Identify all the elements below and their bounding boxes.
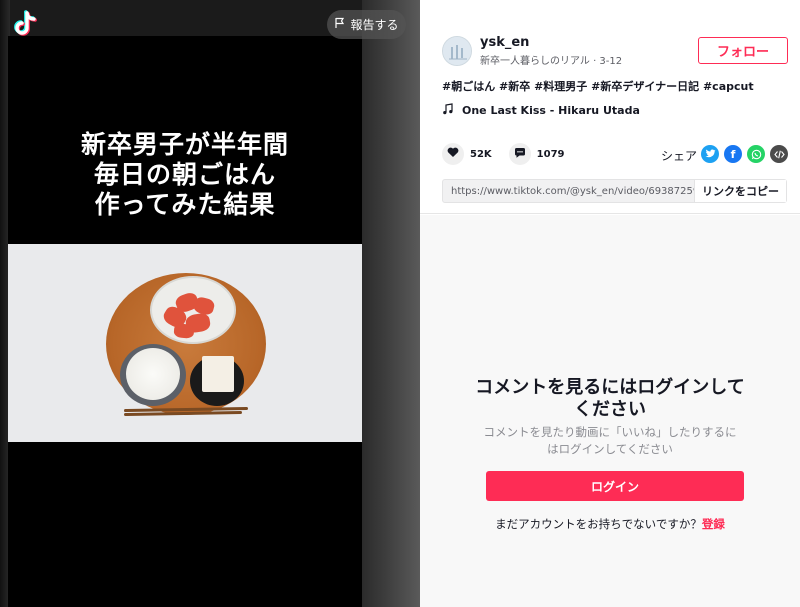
login-desc-line-1: コメントを見たり動画に「いいね」したりするに: [483, 425, 737, 439]
music-note-icon: [442, 103, 454, 118]
username[interactable]: ysk_en: [480, 35, 529, 50]
video-pane: 新卒男子が半年間 毎日の朝ごはん 作ってみた結果 報告する: [0, 0, 420, 607]
comments-section: コメントを見るにはログインして ください コメントを見たり動画に「いいね」したり…: [420, 215, 800, 607]
signup-prompt-text: まだアカウントをお持ちでないですか？: [495, 517, 702, 531]
video-blur-right: [362, 0, 420, 607]
signup-link[interactable]: 登録: [702, 517, 725, 531]
video-caption: 新卒男子が半年間 毎日の朝ごはん 作ってみた結果: [8, 130, 362, 220]
report-label: 報告する: [350, 18, 399, 32]
music-link[interactable]: One Last Kiss - Hikaru Utada: [442, 103, 640, 118]
comment-button[interactable]: [508, 143, 531, 165]
login-prompt-description: コメントを見たり動画に「いいね」したりするに はログインしてください: [420, 424, 800, 458]
chopstick: [123, 410, 243, 417]
login-prompt-title: コメントを見るにはログインして ください: [420, 377, 800, 421]
copy-link-button[interactable]: リンクをコピー: [694, 180, 786, 202]
breakfast-photo: [8, 244, 362, 442]
follow-button[interactable]: フォロー: [698, 37, 788, 64]
caption-line-3: 作ってみた結果: [94, 190, 276, 219]
avatar[interactable]: [442, 36, 472, 66]
facebook-icon[interactable]: f: [724, 145, 742, 163]
rice: [126, 348, 180, 400]
signup-prompt: まだアカウントをお持ちでないですか？登録: [420, 516, 800, 532]
twitter-icon[interactable]: [701, 145, 719, 163]
share-label: シェア: [661, 149, 698, 163]
post-info-panel: ysk_en 新卒一人暮らしのリアル · 3-12 フォロー #朝ごはん #新卒…: [420, 0, 800, 214]
report-button[interactable]: 報告する: [327, 10, 406, 39]
tiktok-logo-icon[interactable]: [12, 10, 38, 40]
caption-line-1: 新卒男子が半年間: [80, 130, 289, 159]
tiktok-video-page: 新卒男子が半年間 毎日の朝ごはん 作ってみた結果 報告する ysk_en 新卒一…: [0, 0, 800, 607]
login-title-line-1: コメントを見るにはログインして: [475, 377, 745, 398]
author-subtitle: 新卒一人暮らしのリアル · 3-12: [480, 56, 623, 67]
login-title-line-2: ください: [574, 399, 646, 420]
video-player[interactable]: 新卒男子が半年間 毎日の朝ごはん 作ってみた結果: [8, 36, 362, 607]
comment-count: 1079: [536, 148, 565, 160]
flag-icon: [334, 17, 346, 32]
whatsapp-icon[interactable]: [747, 145, 765, 163]
caption-line-2: 毎日の朝ごはん: [93, 160, 276, 189]
login-desc-line-2: はログインしてください: [547, 442, 673, 456]
embed-code-icon[interactable]: [770, 145, 788, 163]
hashtags[interactable]: #朝ごはん #新卒 #料理男子 #新卒デザイナー日記 #capcut: [442, 78, 754, 94]
tomato-slice: [173, 323, 195, 339]
tofu: [202, 356, 234, 392]
like-count: 52K: [470, 148, 492, 160]
share-link-url[interactable]: https://www.tiktok.com/@ysk_en/video/693…: [443, 186, 694, 197]
login-button[interactable]: ログイン: [486, 471, 744, 501]
stats-bar: 52K 1079: [442, 143, 565, 165]
share-link-box: https://www.tiktok.com/@ysk_en/video/693…: [442, 179, 787, 203]
music-title: One Last Kiss - Hikaru Utada: [462, 104, 640, 117]
like-button[interactable]: [442, 143, 464, 165]
comment-icon: [514, 147, 526, 162]
heart-icon: [447, 147, 459, 161]
